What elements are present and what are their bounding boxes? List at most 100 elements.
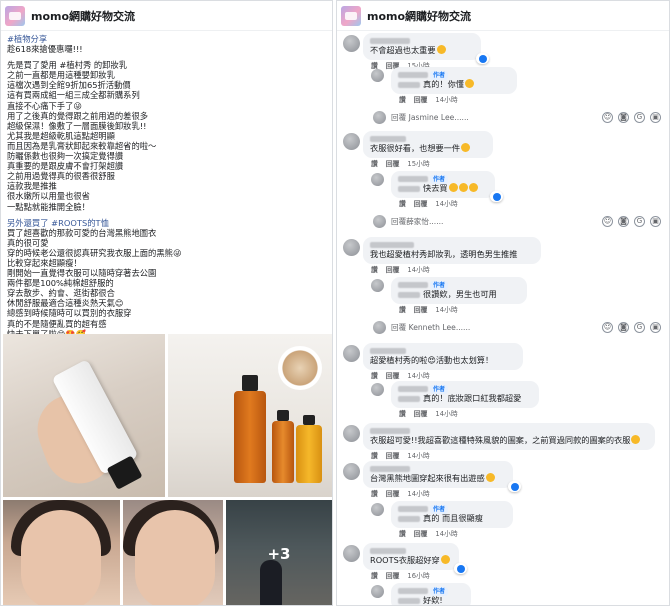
post-hashtag-line[interactable]: #植物分享	[7, 34, 326, 44]
commenter-name[interactable]	[370, 464, 506, 473]
reply-action[interactable]: 回覆	[386, 266, 400, 274]
avatar[interactable]	[371, 173, 384, 186]
reply-action[interactable]: 回覆	[386, 490, 400, 498]
camera-icon[interactable]: ◙	[618, 216, 629, 227]
emoji-icon	[436, 45, 446, 54]
comment-text: ROOTS衣服超好穿	[370, 555, 452, 566]
avatar[interactable]	[343, 35, 360, 52]
reply-input-prompt[interactable]: 回覆 Kenneth Lee......	[391, 322, 470, 333]
photo-cleansing-oil-bottles[interactable]	[168, 334, 332, 497]
commenter-name[interactable]: 作者	[398, 280, 520, 290]
blurred-name	[398, 282, 428, 288]
tagged-user[interactable]	[398, 81, 420, 88]
avatar[interactable]	[371, 279, 384, 292]
post-text-line: 直接不心痛下手了😜	[7, 100, 83, 111]
like-action[interactable]: 讚	[371, 160, 378, 168]
commenter-name[interactable]: 作者	[398, 504, 506, 514]
like-action[interactable]: 讚	[371, 266, 378, 274]
reply-action[interactable]: 回覆	[414, 200, 428, 208]
group-title[interactable]: momo網購好物交流	[31, 8, 135, 24]
avatar[interactable]	[343, 239, 360, 256]
reaction-like-icon[interactable]	[454, 563, 467, 574]
post-text-line: 這檔次遇到全館9折加65折活動價	[7, 80, 131, 91]
like-action[interactable]: 讚	[399, 200, 406, 208]
group-title-right[interactable]: momo網購好物交流	[367, 8, 471, 24]
emoji-icon[interactable]: ☺	[602, 322, 613, 333]
photo-selfie-2[interactable]	[123, 500, 223, 605]
like-action[interactable]: 讚	[399, 306, 406, 314]
tagged-user[interactable]	[398, 185, 420, 192]
tagged-user[interactable]	[398, 515, 420, 522]
avatar[interactable]	[371, 69, 384, 82]
avatar[interactable]	[371, 383, 384, 396]
avatar[interactable]	[373, 215, 386, 228]
sticker-icon[interactable]: ▣	[650, 112, 661, 123]
post-text-line: 防曬係數也很夠一次搞定覺得讚	[7, 151, 124, 162]
emoji-icon[interactable]: ☺	[602, 112, 613, 123]
comment-body: 不會超過也太重要	[370, 45, 436, 55]
sticker-icon[interactable]: ▣	[650, 322, 661, 333]
camera-icon[interactable]: ◙	[618, 112, 629, 123]
reaction-like-icon[interactable]	[490, 191, 503, 202]
comment-actions: 讚回覆 14小時	[371, 370, 438, 380]
photo-more[interactable]: +3	[226, 500, 332, 605]
reply-action[interactable]: 回覆	[386, 372, 400, 380]
like-action[interactable]: 讚	[371, 490, 378, 498]
like-action[interactable]: 讚	[399, 530, 406, 538]
comment-bubble: 不會超過也太重要	[363, 33, 489, 64]
gif-icon[interactable]: G	[634, 322, 645, 333]
reply-action[interactable]: 回覆	[414, 306, 428, 314]
reply-action[interactable]: 回覆	[414, 530, 428, 538]
avatar[interactable]	[373, 321, 386, 334]
like-action[interactable]: 讚	[399, 96, 406, 104]
like-action[interactable]: 讚	[371, 372, 378, 380]
like-action[interactable]: 讚	[399, 410, 406, 418]
reply-input-prompt[interactable]: 回覆薛家怡......	[391, 216, 443, 227]
reply-action[interactable]: 回覆	[414, 410, 428, 418]
like-action[interactable]: 讚	[371, 452, 378, 460]
photo-selfie-1[interactable]	[3, 500, 120, 605]
reaction-like-icon[interactable]	[508, 481, 521, 492]
comments-panel: momo網購好物交流 不會超過也太重要讚回覆 15小時 作者 真的！你懂讚回覆 14小時…	[336, 0, 670, 606]
reply-input-prompt[interactable]: 回覆 Jasmine Lee......	[391, 112, 469, 123]
commenter-name[interactable]	[370, 240, 534, 249]
like-action[interactable]: 讚	[371, 572, 378, 580]
post-hashtag-line[interactable]: 另外還買了 #ROOTS的T恤	[7, 218, 326, 228]
reply-action[interactable]: 回覆	[386, 452, 400, 460]
commenter-name[interactable]	[370, 346, 516, 355]
camera-icon[interactable]: ◙	[618, 322, 629, 333]
reply-action[interactable]: 回覆	[386, 572, 400, 580]
commenter-name[interactable]: 作者	[398, 174, 488, 184]
emoji-icon[interactable]: ☺	[602, 216, 613, 227]
reply-action[interactable]: 回覆	[386, 160, 400, 168]
avatar[interactable]	[343, 345, 360, 362]
avatar[interactable]	[343, 463, 360, 480]
commenter-name[interactable]	[370, 426, 648, 435]
gif-icon[interactable]: G	[634, 216, 645, 227]
timestamp: 14小時	[407, 266, 430, 274]
avatar[interactable]	[343, 545, 360, 562]
avatar[interactable]	[371, 585, 384, 598]
commenter-name[interactable]: 作者	[398, 70, 510, 80]
commenter-name[interactable]	[370, 36, 474, 45]
avatar[interactable]	[373, 111, 386, 124]
sticker-icon[interactable]: ▣	[650, 216, 661, 227]
comment-body: 真的！你懂	[423, 79, 464, 89]
commenter-name[interactable]: 作者	[398, 384, 532, 394]
commenter-name[interactable]	[370, 134, 486, 143]
tagged-user[interactable]	[398, 597, 420, 604]
commenter-name[interactable]	[370, 546, 452, 555]
group-logo[interactable]	[5, 5, 25, 26]
gif-icon[interactable]: G	[634, 112, 645, 123]
avatar[interactable]	[343, 133, 360, 150]
post-text-line: 這款我是推推	[7, 181, 57, 192]
avatar[interactable]	[343, 425, 360, 442]
tagged-user[interactable]	[398, 291, 420, 298]
tagged-user[interactable]	[398, 395, 420, 402]
group-logo-right[interactable]	[341, 5, 361, 26]
commenter-name[interactable]: 作者	[398, 586, 464, 596]
reply-action[interactable]: 回覆	[414, 96, 428, 104]
reaction-like-icon[interactable]	[476, 53, 489, 64]
avatar[interactable]	[371, 503, 384, 516]
photo-cleanser-hand[interactable]	[3, 334, 165, 497]
